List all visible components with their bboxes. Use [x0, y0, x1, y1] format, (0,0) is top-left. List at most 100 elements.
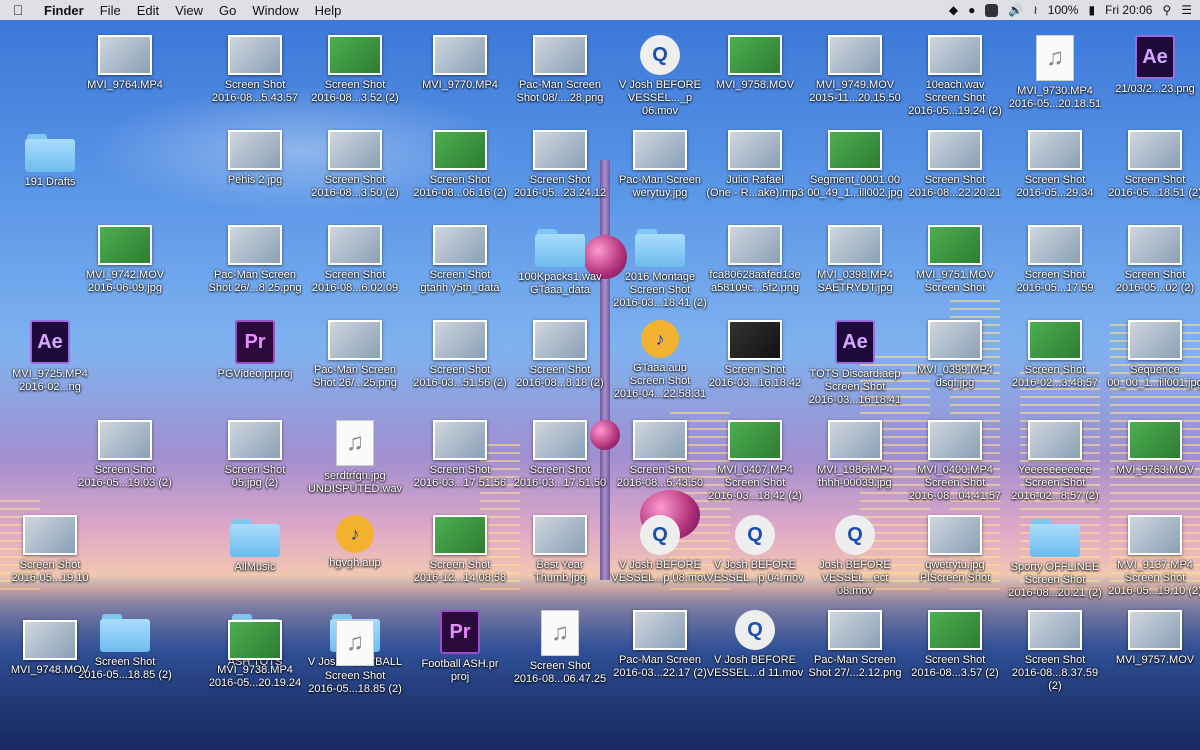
desktop-item[interactable]: Pac-Man Screen Shot 27/...2.12.png	[805, 610, 905, 680]
menu-help[interactable]: Help	[307, 3, 350, 18]
desktop-item[interactable]: qwetrytu.jpg PlScreen Shot	[905, 515, 1005, 585]
desktop-item[interactable]: Screen Shot 2016-05...19.10	[0, 515, 100, 585]
desktop-item[interactable]: Screen Shot 2016-02...3.48.57	[1005, 320, 1105, 390]
desktop-item[interactable]: MVI_9748.MOV	[0, 620, 100, 677]
desktop-item[interactable]: MVI_0407.MP4 Screen Shot 2016-03...18.42…	[705, 420, 805, 503]
desktop-item[interactable]: MVI_9757.MOV	[1105, 610, 1200, 667]
desktop-item[interactable]: Pac-Man Screen Shot 08/....28.png	[510, 35, 610, 105]
desktop-item[interactable]: Julio Rafael (One - R...ake).mp3	[705, 130, 805, 200]
status-app-icon[interactable]	[985, 3, 999, 17]
desktop-item[interactable]: Ae TOTS Discard.aep Screen Shot 2016-03..…	[805, 320, 905, 407]
volume-icon[interactable]: 🔊	[1008, 3, 1023, 17]
desktop-item[interactable]: Pac-Man Screen werytuy.jpg	[610, 130, 710, 200]
desktop-item[interactable]: Q Josh BEFORE VESSEL...ect 08.mov	[805, 515, 905, 598]
desktop-item[interactable]: Pehis 2.jpg	[205, 130, 305, 187]
desktop-item[interactable]: Sporty OFFLINEE Screen Shot 2016-08...20…	[1005, 515, 1105, 600]
desktop-item[interactable]: MVI_9764.MP4	[75, 35, 175, 92]
desktop-item[interactable]: ♪ hgvgh.aup	[305, 515, 405, 570]
desktop-item[interactable]: Screen Shot 2016-08...3.50 (2)	[305, 130, 405, 200]
desktop-item[interactable]: Ae 21/03/2...23.png	[1105, 35, 1200, 96]
desktop-item[interactable]: Screen Shot 2016-08...3.57 (2)	[905, 610, 1005, 680]
desktop-item[interactable]: Screen Shot 2016-03...16.18.42	[705, 320, 805, 390]
file-name-label: Pac-Man Screen 2016-03...22.17 (2)	[613, 654, 707, 679]
desktop-item[interactable]: MVI_1986.MP4 thhh-00039.jpg	[805, 420, 905, 490]
desktop-item[interactable]: MVI_9763.MOV	[1105, 420, 1200, 477]
desktop-item[interactable]: Pac-Man Screen 2016-03...22.17 (2)	[610, 610, 710, 680]
desktop-item[interactable]: AllMusic	[205, 515, 305, 574]
desktop-item[interactable]: ♪ GTaaa.aup Screen Shot 2016-04...22.58.3…	[610, 320, 710, 401]
desktop-item[interactable]: 10each.wav Screen Shot 2016-05...19.24 (…	[905, 35, 1005, 118]
desktop-item[interactable]: Screen Shot 05.jpg (2)	[205, 420, 305, 490]
desktop-item[interactable]: ♫ Screen Shot 2016-08...06.47.25	[510, 610, 610, 686]
desktop-item[interactable]: Screen Shot 2016-08...5.43.57	[205, 35, 305, 105]
apple-menu-icon[interactable]: 	[0, 2, 36, 18]
desktop-item[interactable]: 191 Drafts	[0, 130, 100, 189]
desktop-item[interactable]: MVI_0399.MP4 dsgf.jpg	[905, 320, 1005, 390]
desktop-item[interactable]: Screen Shot 2016-05...19.03 (2)	[75, 420, 175, 490]
desktop-item[interactable]: Screen Shot gtahh y5th_data	[410, 225, 510, 295]
desktop-item[interactable]: Screen Shot 2016-08...22.20.21	[905, 130, 1005, 200]
desktop-item[interactable]: Q V Josh BEFORE VESSEL...d 11.mov	[705, 610, 805, 680]
desktop-item[interactable]: Q V Josh BEFORE VESSEL..._p 06.mov	[610, 35, 710, 118]
desktop-item[interactable]: Screen Shot 2016-03...17.51.50	[510, 420, 610, 490]
desktop-item[interactable]: MVI_9749.MOV 2015-11...20.15.50	[805, 35, 905, 105]
image-thumbnail-icon	[928, 35, 982, 75]
desktop-item[interactable]: Pac-Man Screen Shot 26/...25.png	[305, 320, 405, 390]
creative-cloud-icon[interactable]: ●	[968, 3, 975, 17]
desktop-item[interactable]: Screen Shot 2016-12...14.08.58	[410, 515, 510, 585]
desktop-item[interactable]: ♫ serdtrfgh.jpg UNDISPUTED.wav	[305, 420, 405, 496]
desktop-item[interactable]: Best Year Thumb.jpg	[510, 515, 610, 585]
battery-icon[interactable]: ▮	[1088, 3, 1095, 17]
desktop-item[interactable]: MVI_0400.MP4 Screen Shot 2016-08...04.41…	[905, 420, 1005, 503]
desktop-item[interactable]: MVI_0398.MP4 SAETRYDT.jpg	[805, 225, 905, 295]
battery-percent[interactable]: 100%	[1048, 3, 1079, 17]
desktop-item[interactable]: Screen Shot 2016-03...17.51.56	[410, 420, 510, 490]
clock[interactable]: Fri 20:06	[1105, 3, 1152, 17]
desktop-item[interactable]: Yeeeeeeeeeee Screen Shot 2016-02...8.57 …	[1005, 420, 1105, 503]
desktop-item[interactable]: 100Kpacks1.wav GTaaa_data	[510, 225, 610, 297]
menu-view[interactable]: View	[167, 3, 211, 18]
desktop-item[interactable]: Screen Shot 2016-05...23.24.12	[510, 130, 610, 200]
desktop-item[interactable]: Screen Shot 2016-05...18.51 (2)	[1105, 130, 1200, 200]
desktop-item[interactable]: Q V Josh BEFORE VESSEL...p 04.mov	[705, 515, 805, 585]
desktop-item[interactable]: Pr Football ASH.pr proj	[410, 610, 510, 684]
desktop-item[interactable]: Ae MVI_9725.MP4 2016-02...ng	[0, 320, 100, 394]
spotlight-search-icon[interactable]: ⚲	[1162, 3, 1171, 17]
audacity-project-icon: ♪	[641, 320, 679, 358]
desktop-item[interactable]: Screen Shot 2016-03...51.56 (2)	[410, 320, 510, 390]
desktop-item[interactable]: MVI_9738.MP4 2016-05...20.19.24	[205, 620, 305, 690]
menu-go[interactable]: Go	[211, 3, 244, 18]
desktop-item[interactable]: Pac-Man Screen Shot 26/...8.25.png	[205, 225, 305, 295]
desktop-item[interactable]: ♫ MVI_9730.MP4 2016-05...20.18.51	[1005, 35, 1105, 111]
desktop-item[interactable]: MVI_9137.MP4 Screen Shot 2016-05...19.10…	[1105, 515, 1200, 598]
desktop-item[interactable]: Sequence 00_00_1...ill001.jpg	[1105, 320, 1200, 390]
dropbox-icon[interactable]: ◆	[949, 3, 958, 17]
menu-window[interactable]: Window	[244, 3, 306, 18]
notification-center-icon[interactable]: ☰	[1181, 3, 1192, 17]
wifi-icon[interactable]: ≀	[1033, 3, 1038, 17]
desktop-item[interactable]: fca80628aafed13e a58109c...5f2.png	[705, 225, 805, 295]
app-menu-finder[interactable]: Finder	[36, 3, 92, 18]
desktop-item[interactable]: Screen Shot 2016-08...5.43.50	[610, 420, 710, 490]
desktop-item[interactable]: MVI_9758.MOV	[705, 35, 805, 92]
desktop-item[interactable]: Segment_0001.00 00_49_1...ill002.jpg	[805, 130, 905, 200]
desktop-item[interactable]: Screen Shot 2016-08...8.37.59 (2)	[1005, 610, 1105, 693]
desktop-item[interactable]: Screen Shot 2016-08...8.18 (2)	[510, 320, 610, 390]
desktop-item[interactable]: MVI_9770.MP4	[410, 35, 510, 92]
desktop-item[interactable]: Screen Shot 2016-05...17.59	[1005, 225, 1105, 295]
menu-edit[interactable]: Edit	[129, 3, 167, 18]
desktop-item[interactable]: Screen Shot 2016-05...02 (2)	[1105, 225, 1200, 295]
desktop-item[interactable]: Screen Shot 2016-08...06.16 (2)	[410, 130, 510, 200]
desktop-item[interactable]: MVI_9742.MOV 2016-06-09.jpg	[75, 225, 175, 295]
file-name-label: V Josh BEFORE VESSEL...d 11.mov	[706, 654, 804, 679]
desktop-item[interactable]: Pr PGVideo.prproj	[205, 320, 305, 381]
status-area: ◆ ● 🔊 ≀ 100% ▮ Fri 20:06 ⚲ ☰	[949, 0, 1192, 20]
desktop-item[interactable]: ♫ Screen Shot 2016-05...18.85 (2)	[305, 620, 405, 696]
desktop-item[interactable]: Q V Josh BEFORE VESSEL...p 08.mov	[610, 515, 710, 585]
desktop-item[interactable]: Screen Shot 2016-05...29.34	[1005, 130, 1105, 200]
desktop-item[interactable]: Screen Shot 2016-08...3.52 (2)	[305, 35, 405, 105]
desktop-item[interactable]: Screen Shot 2016-08...6.02.09	[305, 225, 405, 295]
desktop-item[interactable]: 2016 Montage Screen Shot 2016-03...18.41…	[610, 225, 710, 310]
desktop-item[interactable]: MVI_9751.MOV Screen Shot	[905, 225, 1005, 295]
menu-file[interactable]: File	[92, 3, 129, 18]
